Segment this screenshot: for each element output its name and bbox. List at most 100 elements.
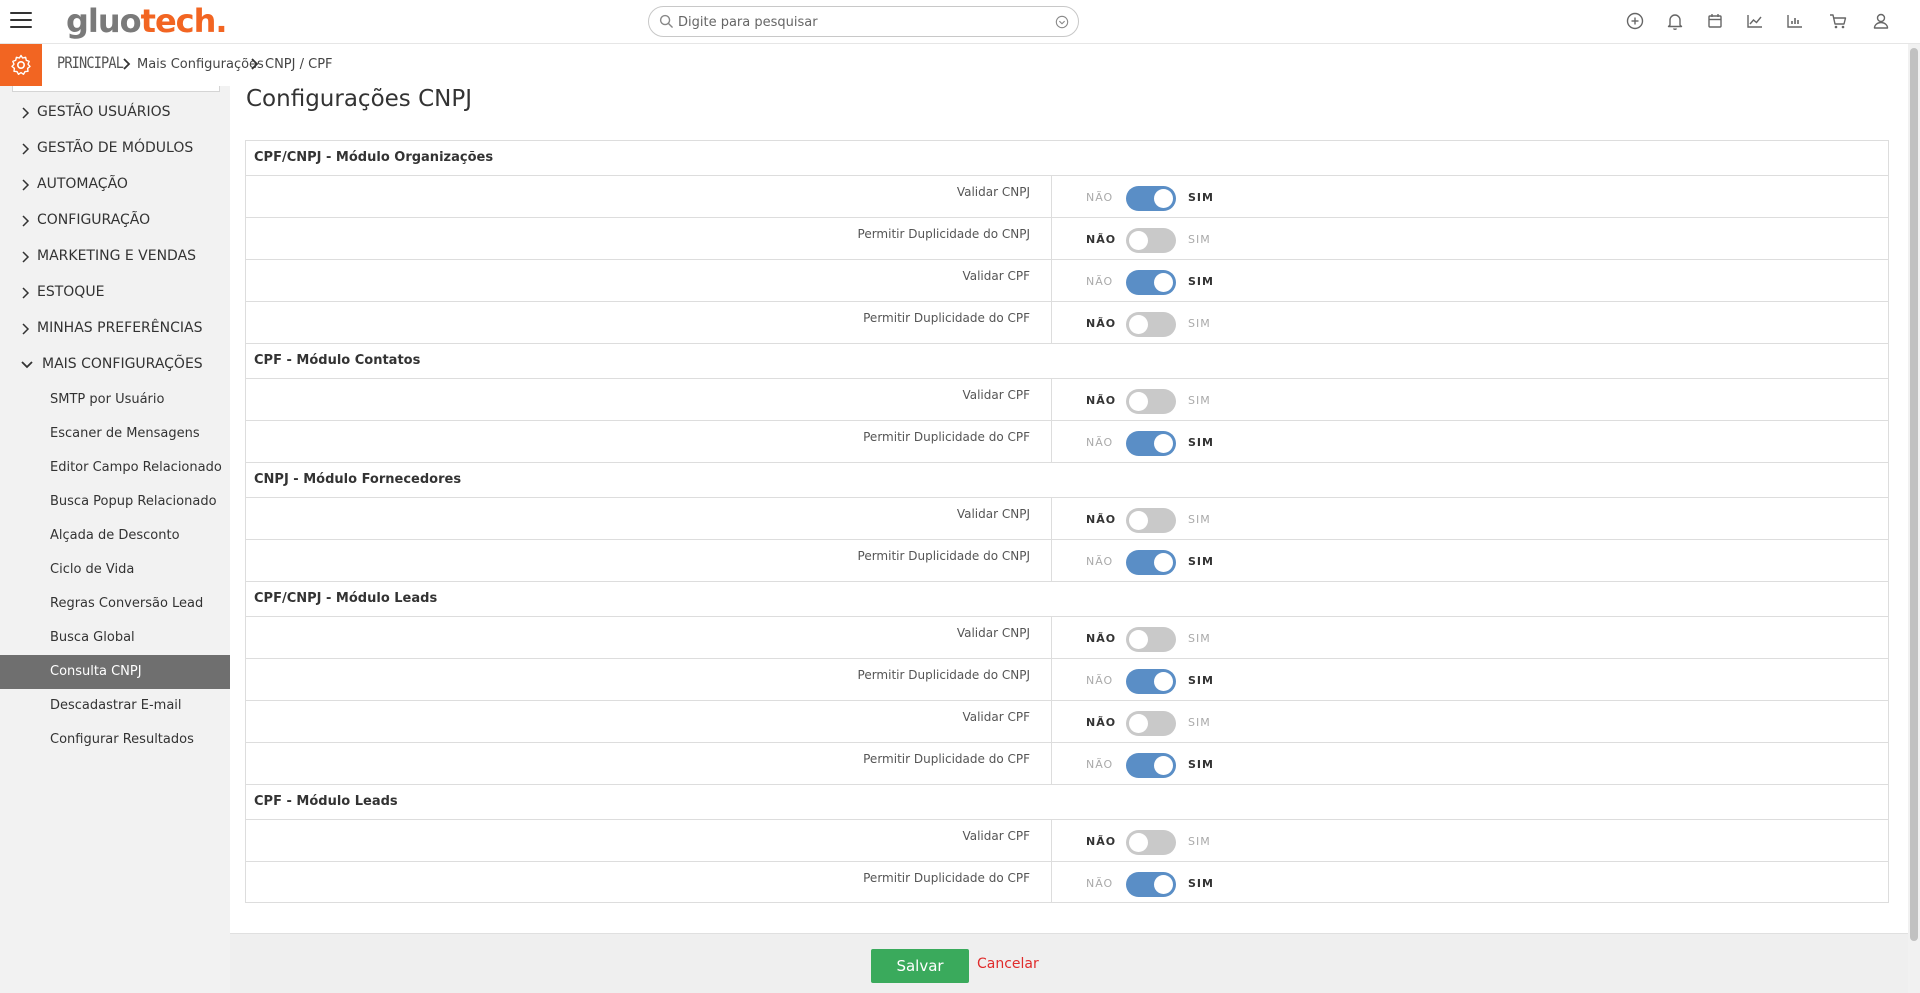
toggle-knob [1154, 553, 1173, 572]
toggle-no-label: NÃO [1086, 317, 1117, 330]
search-input[interactable] [678, 12, 1038, 32]
column-divider [1051, 302, 1052, 343]
sidebar-group-label: AUTOMAÇÃO [37, 176, 128, 192]
menu-icon[interactable] [10, 12, 32, 30]
toggle-track[interactable] [1126, 711, 1176, 736]
toggle-switch: NÃO SIM [1086, 550, 1236, 575]
sidebar-group[interactable]: GESTÃO DE MÓDULOS [0, 130, 230, 166]
scrollbar[interactable] [1908, 44, 1920, 993]
settings-row: Validar CPF NÃO SIM [245, 700, 1889, 742]
column-divider [1051, 659, 1052, 700]
toggle-switch: NÃO SIM [1086, 312, 1236, 337]
main-content: Configurações CNPJ CPF/CNPJ - Módulo Org… [230, 86, 1908, 993]
toggle-switch: NÃO SIM [1086, 872, 1236, 897]
sidebar-group[interactable]: CONFIGURAÇÃO [0, 202, 230, 238]
sidebar-item[interactable]: Busca Global [0, 621, 230, 655]
sidebar-item[interactable]: Editor Campo Relacionado [0, 451, 230, 485]
chevron-right-icon [22, 143, 30, 155]
sidebar-item[interactable]: Ciclo de Vida [0, 553, 230, 587]
settings-row: Permitir Duplicidade do CPF NÃO SIM [245, 420, 1889, 462]
setting-label: Permitir Duplicidade do CPF [863, 871, 1030, 885]
breadcrumb-level2[interactable]: Mais Configurações [137, 57, 264, 72]
sidebar-item[interactable]: Consulta CNPJ [0, 655, 230, 689]
sidebar-item[interactable]: Alçada de Desconto [0, 519, 230, 553]
setting-label: Permitir Duplicidade do CPF [863, 752, 1030, 766]
toggle-track[interactable] [1126, 753, 1176, 778]
column-divider [1051, 743, 1052, 784]
column-divider [1051, 617, 1052, 658]
sidebar-group[interactable]: MINHAS PREFERÊNCIAS [0, 310, 230, 346]
sidebar-filter-input[interactable] [12, 86, 220, 92]
chevron-down-circle-icon[interactable] [1055, 15, 1069, 29]
logo[interactable]: gluotech. [66, 2, 228, 40]
sidebar-item[interactable]: Escaner de Mensagens [0, 417, 230, 451]
settings-section-header: CPF/CNPJ - Módulo Leads [245, 581, 1889, 616]
toggle-track[interactable] [1126, 669, 1176, 694]
sidebar-item-label: Configurar Resultados [50, 732, 194, 747]
toggle-track[interactable] [1126, 270, 1176, 295]
sidebar-group[interactable]: ESTOQUE [0, 274, 230, 310]
sidebar-item[interactable]: Configurar Resultados [0, 723, 230, 757]
sidebar-group[interactable]: AUTOMAÇÃO [0, 166, 230, 202]
toggle-track[interactable] [1126, 389, 1176, 414]
toggle-track[interactable] [1126, 627, 1176, 652]
toggle-track[interactable] [1126, 312, 1176, 337]
plus-circle-icon[interactable] [1624, 10, 1646, 32]
toggle-track[interactable] [1126, 228, 1176, 253]
toggle-switch: NÃO SIM [1086, 389, 1236, 414]
breadcrumb-home[interactable]: PRINCIPAL [57, 53, 124, 72]
section-title: CPF - Módulo Contatos [254, 353, 421, 368]
sidebar-item[interactable]: Descadastrar E-mail [0, 689, 230, 723]
calendar-icon[interactable] [1704, 10, 1726, 32]
toggle-knob [1129, 231, 1148, 250]
toggle-switch: NÃO SIM [1086, 431, 1236, 456]
column-divider [1051, 862, 1052, 903]
chevron-right-icon [22, 215, 30, 227]
toggle-knob [1154, 875, 1173, 894]
user-icon[interactable] [1870, 10, 1892, 32]
sidebar-item[interactable]: SMTP por Usuário [0, 383, 230, 417]
toggle-no-label: NÃO [1086, 233, 1117, 246]
line-chart-icon[interactable] [1744, 10, 1766, 32]
scrollbar-thumb[interactable] [1910, 48, 1918, 941]
toggle-track[interactable] [1126, 186, 1176, 211]
chevron-right-icon [123, 58, 131, 70]
sidebar-item[interactable]: Busca Popup Relacionado [0, 485, 230, 519]
sidebar-group[interactable]: MAIS CONFIGURAÇÕES [0, 346, 230, 382]
toggle-track[interactable] [1126, 550, 1176, 575]
bar-chart-icon[interactable] [1784, 10, 1806, 32]
settings-row: Validar CPF NÃO SIM [245, 259, 1889, 301]
bell-icon[interactable] [1664, 10, 1686, 32]
cancel-link[interactable]: Cancelar [977, 956, 1039, 972]
setting-label: Permitir Duplicidade do CNPJ [857, 227, 1030, 241]
toggle-knob [1129, 315, 1148, 334]
sidebar-item-label: Busca Popup Relacionado [50, 494, 217, 509]
cart-icon[interactable] [1827, 10, 1849, 32]
toggle-knob [1154, 756, 1173, 775]
setting-label: Permitir Duplicidade do CPF [863, 311, 1030, 325]
toggle-yes-label: SIM [1188, 877, 1214, 890]
sidebar-group[interactable]: MARKETING E VENDAS [0, 238, 230, 274]
toggle-track[interactable] [1126, 508, 1176, 533]
toggle-track[interactable] [1126, 830, 1176, 855]
toggle-switch: NÃO SIM [1086, 508, 1236, 533]
toggle-yes-label: SIM [1188, 233, 1211, 246]
top-bar: gluotech. [0, 0, 1920, 44]
toggle-knob [1129, 511, 1148, 530]
toggle-no-label: NÃO [1086, 275, 1114, 288]
settings-row: Permitir Duplicidade do CPF NÃO SIM [245, 861, 1889, 903]
sidebar-item-label: SMTP por Usuário [50, 392, 165, 407]
settings-button[interactable] [0, 44, 42, 86]
sidebar-item[interactable]: Regras Conversão Lead [0, 587, 230, 621]
column-divider [1051, 540, 1052, 581]
save-button[interactable]: Salvar [871, 949, 969, 983]
toggle-no-label: NÃO [1086, 758, 1114, 771]
toggle-track[interactable] [1126, 872, 1176, 897]
settings-row: Permitir Duplicidade do CPF NÃO SIM [245, 742, 1889, 784]
toggle-yes-label: SIM [1188, 632, 1211, 645]
toggle-track[interactable] [1126, 431, 1176, 456]
toggle-yes-label: SIM [1188, 716, 1211, 729]
toggle-knob [1129, 714, 1148, 733]
sidebar-item-label: Escaner de Mensagens [50, 426, 200, 441]
sidebar-group[interactable]: GESTÃO USUÁRIOS [0, 94, 230, 130]
